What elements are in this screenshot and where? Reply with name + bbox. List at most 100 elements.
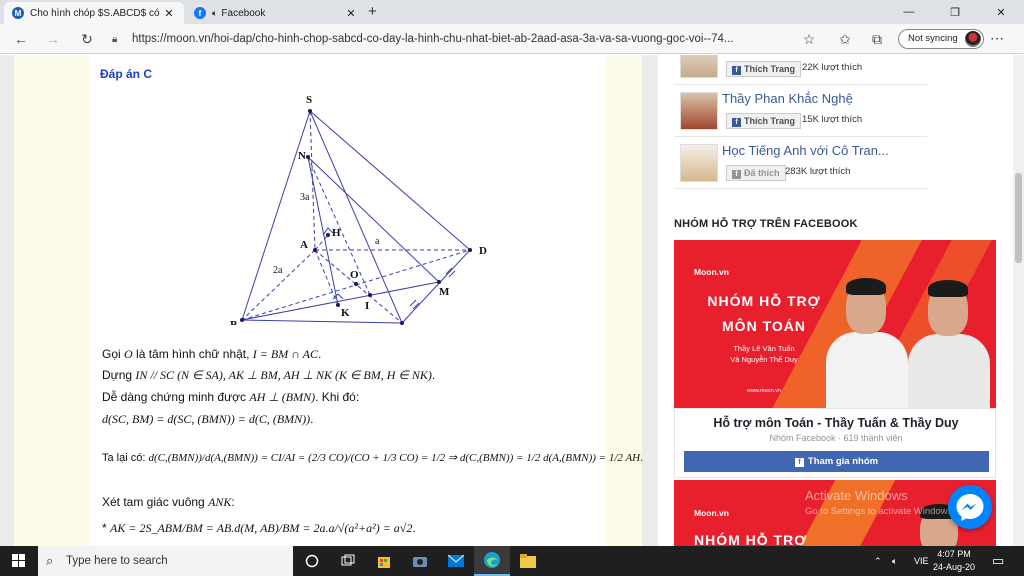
label-sa: 3a bbox=[300, 192, 310, 203]
taskbar: ⌕ Type here to search ⌃ 🔈︎ VIE 4:07 PM 24-… bbox=[0, 546, 1024, 576]
back-icon[interactable]: ← bbox=[12, 30, 30, 48]
facebook-favicon-icon: f bbox=[194, 7, 206, 19]
page-avatar[interactable] bbox=[680, 92, 718, 130]
banner-headline: NHÓM HỖ TRỢ MÔN TOÁN bbox=[707, 293, 821, 334]
solution-panel: Đáp án C S N A H B D O K I M 3a 2a a Gọi… bbox=[90, 55, 643, 546]
join-group-label: Tham gia nhóm bbox=[807, 456, 879, 467]
page-avatar[interactable] bbox=[680, 55, 718, 78]
page-viewport: Đáp án C S N A H B D O K I M 3a 2a a Gọi… bbox=[0, 55, 1024, 546]
like-page-button[interactable]: f Thích Trang bbox=[726, 61, 802, 77]
banner-subtitle: Thầy Lê Văn Tuấn Và Nguyễn Thế Duy bbox=[730, 344, 798, 364]
cortana-icon[interactable] bbox=[294, 546, 330, 576]
fb-page-item[interactable]: f Thích Trang 22K lượt thích bbox=[674, 55, 927, 85]
facebook-icon: f bbox=[732, 170, 741, 179]
page-scrollbar[interactable] bbox=[1013, 55, 1024, 546]
avatar bbox=[965, 31, 981, 47]
messenger-icon bbox=[956, 494, 984, 521]
forward-icon[interactable]: → bbox=[44, 30, 62, 48]
label-ab: 2a bbox=[273, 265, 283, 276]
tray-chevron-icon[interactable]: ⌃ bbox=[874, 546, 882, 576]
task-view-icon[interactable] bbox=[330, 546, 366, 576]
fb-page-item[interactable]: Học Tiếng Anh với Cô Tran... f Đã thích 2… bbox=[674, 137, 927, 189]
mail-icon[interactable] bbox=[438, 546, 474, 576]
volume-icon[interactable]: 🔈︎ bbox=[892, 546, 897, 576]
favorite-star-icon[interactable]: ☆ bbox=[800, 30, 818, 48]
join-group-button[interactable]: f Tham gia nhóm bbox=[684, 451, 989, 472]
banner-website: www.moon.vn bbox=[746, 388, 782, 394]
label-ad: a bbox=[375, 236, 380, 247]
page-name[interactable]: Học Tiếng Anh với Cô Tran... bbox=[722, 143, 889, 158]
store-icon[interactable] bbox=[366, 546, 402, 576]
label-i: I bbox=[365, 300, 369, 312]
tab-moon[interactable]: M Cho hình chóp $S.ABCD$ có đáy ✕ bbox=[4, 2, 184, 24]
restore-icon[interactable]: ❐ bbox=[932, 0, 978, 24]
facebook-icon: f bbox=[732, 66, 741, 75]
label-h: H bbox=[332, 227, 341, 239]
solution-line-5: Ta lại có: d(C,(BMN))/d(A,(BMN)) = CI/AI… bbox=[102, 452, 644, 464]
label-n: N bbox=[298, 150, 306, 162]
tab-facebook[interactable]: f 🔈︎ Facebook ✕ bbox=[186, 2, 366, 24]
label-m: M bbox=[439, 286, 450, 298]
speaker-icon[interactable]: 🔈︎ bbox=[212, 8, 217, 19]
group-title[interactable]: Hỗ trợ môn Toán - Thầy Tuấn & Thầy Duy bbox=[675, 416, 997, 430]
group-banner[interactable]: Moon.vn NHÓM HỖ TRỢ MÔN TOÁN Thầy Lê Văn … bbox=[674, 240, 996, 408]
solution-line-7: * AK = 2S_ABM/BM = AB.d(M, AB)/BM = 2a.a… bbox=[102, 521, 416, 535]
liked-page-button[interactable]: f Đã thích bbox=[726, 165, 786, 181]
language-indicator[interactable]: VIE bbox=[914, 546, 929, 576]
teacher-photo bbox=[906, 262, 991, 408]
notification-icon[interactable]: ▭ bbox=[992, 546, 1004, 576]
like-label: Thích Trang bbox=[744, 64, 796, 74]
label-a: A bbox=[300, 239, 308, 251]
close-tab-icon[interactable]: ✕ bbox=[162, 7, 176, 20]
like-count: 15K lượt thích bbox=[802, 114, 863, 125]
like-page-button[interactable]: f Thích Trang bbox=[726, 113, 802, 129]
page-avatar[interactable] bbox=[680, 144, 718, 182]
brand-logo: Moon.vn bbox=[694, 267, 729, 277]
label-d: D bbox=[479, 245, 487, 257]
profile-button[interactable]: Not syncing bbox=[898, 29, 984, 49]
url-field[interactable]: 🔒︎ https://moon.vn/hoi-dap/cho-hinh-chop-… bbox=[112, 29, 822, 49]
label-s: S bbox=[306, 94, 312, 106]
lock-icon: 🔒︎ bbox=[112, 34, 118, 45]
windows-start-icon[interactable] bbox=[12, 554, 26, 568]
label-o: O bbox=[350, 269, 359, 281]
more-icon[interactable]: ⋯ bbox=[990, 30, 1004, 47]
messenger-chat-button[interactable] bbox=[948, 485, 992, 529]
like-count: 22K lượt thích bbox=[802, 62, 863, 73]
solution-line-1: Gọi O là tâm hình chữ nhật, I = BM ∩ AC. bbox=[102, 347, 322, 361]
like-label: Thích Trang bbox=[744, 116, 796, 126]
new-tab-icon[interactable]: + bbox=[368, 3, 377, 20]
close-window-icon[interactable]: ✕ bbox=[978, 0, 1024, 24]
activate-windows-watermark: Activate Windows Go to Settings to activa… bbox=[805, 488, 955, 517]
edge-browser-icon[interactable] bbox=[474, 546, 510, 576]
fb-page-item[interactable]: Thầy Phan Khắc Nghệ f Thích Trang 15K lượ… bbox=[674, 85, 927, 137]
search-icon: ⌕ bbox=[46, 553, 54, 568]
close-tab-icon[interactable]: ✕ bbox=[344, 7, 358, 20]
facebook-icon: f bbox=[794, 458, 804, 467]
solution-line-2: Dựng IN // SC (N ∈ SA), AK ⊥ BM, AH ⊥ NK… bbox=[102, 368, 436, 382]
like-count: 283K lượt thích bbox=[785, 166, 851, 177]
label-k: K bbox=[341, 307, 350, 319]
camera-icon[interactable] bbox=[402, 546, 438, 576]
solution-line-3: Dễ dàng chứng minh được AH ⊥ (BMN). Khi … bbox=[102, 390, 360, 404]
clock[interactable]: 4:07 PM 24-Aug-20 bbox=[932, 548, 976, 574]
facebook-icon: f bbox=[732, 118, 741, 127]
label-b: B bbox=[230, 319, 238, 325]
taskbar-search-input[interactable]: ⌕ Type here to search bbox=[38, 546, 293, 576]
page-name[interactable]: Thầy Phan Khắc Nghệ bbox=[722, 91, 853, 106]
minimize-icon[interactable]: — bbox=[886, 0, 932, 24]
solution-line-6: Xét tam giác vuông ANK: bbox=[102, 495, 235, 509]
scrollbar-thumb[interactable] bbox=[1015, 173, 1022, 263]
file-explorer-icon[interactable] bbox=[510, 546, 546, 576]
collections-icon[interactable]: ⧉ bbox=[868, 30, 886, 48]
solution-line-4: d(SC, BM) = d(SC, (BMN)) = d(C, (BMN)). bbox=[102, 412, 314, 426]
section-title: NHÓM HỖ TRỢ TRÊN FACEBOOK bbox=[674, 218, 858, 230]
refresh-icon[interactable]: ↻ bbox=[78, 30, 96, 48]
answer-label: Đáp án C bbox=[100, 67, 153, 81]
address-bar-row: ← → ↻ 🔒︎ https://moon.vn/hoi-dap/cho-hinh… bbox=[0, 24, 1024, 54]
tab-strip: M Cho hình chóp $S.ABCD$ có đáy ✕ f 🔈︎ F… bbox=[0, 0, 1024, 24]
pyramid-figure: S N A H B C D O K I M 3a 2a a bbox=[230, 94, 487, 325]
favorites-list-icon[interactable]: ✩ bbox=[836, 30, 854, 48]
like-label: Đã thích bbox=[744, 168, 780, 178]
teacher-photo bbox=[824, 262, 909, 408]
